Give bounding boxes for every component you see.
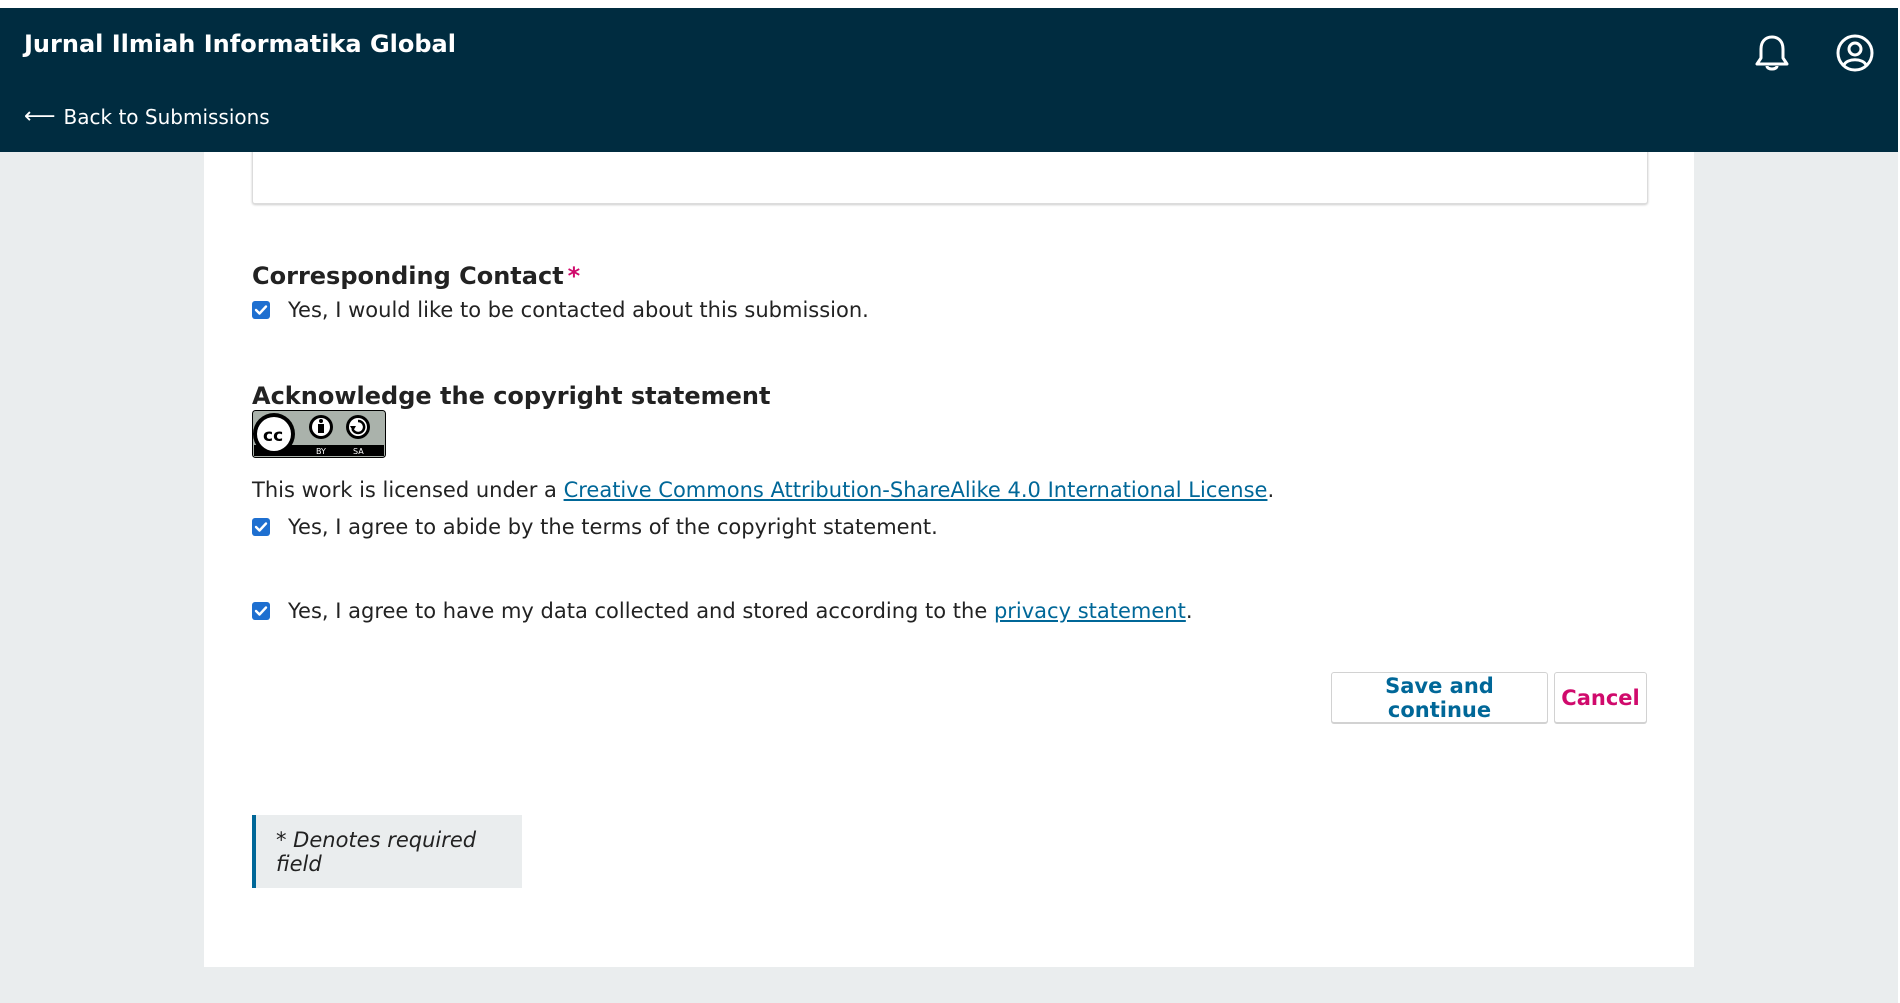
svg-text:cc: cc [263, 426, 283, 446]
corresponding-contact-row[interactable]: Yes, I would like to be contacted about … [252, 298, 869, 322]
badge-sa-text: SA [353, 447, 364, 456]
page-viewport: Jurnal Ilmiah Informatika Global ⟵ Back … [0, 8, 1898, 1003]
cancel-button[interactable]: Cancel [1554, 672, 1647, 723]
copyright-title: Acknowledge the copyright statement [252, 382, 771, 410]
submission-form-panel: Corresponding Contact * Yes, I would like… [204, 144, 1694, 967]
check-icon [254, 522, 268, 532]
app-header: Jurnal Ilmiah Informatika Global ⟵ Back … [0, 8, 1898, 152]
check-icon [254, 606, 268, 616]
back-link-label: Back to Submissions [63, 104, 270, 129]
journal-title[interactable]: Jurnal Ilmiah Informatika Global [24, 30, 456, 58]
required-asterisk: * [567, 262, 581, 290]
copyright-agree-label: Yes, I agree to abide by the terms of th… [288, 515, 938, 539]
copyright-agree-row[interactable]: Yes, I agree to abide by the terms of th… [252, 515, 938, 539]
privacy-agree-label: Yes, I agree to have my data collected a… [288, 599, 1193, 623]
privacy-prefix: Yes, I agree to have my data collected a… [288, 599, 988, 623]
user-circle-icon[interactable] [1833, 31, 1877, 75]
privacy-suffix: . [1185, 599, 1193, 623]
bell-icon[interactable] [1750, 31, 1794, 75]
back-to-submissions-link[interactable]: ⟵ Back to Submissions [24, 104, 270, 129]
previous-field-box[interactable] [252, 144, 1648, 204]
privacy-statement-link[interactable]: privacy statement [994, 599, 1186, 623]
check-icon [254, 305, 268, 315]
copyright-agree-checkbox[interactable] [252, 518, 270, 536]
required-field-note: * Denotes required field [252, 815, 522, 888]
cc-license-link[interactable]: Creative Commons Attribution-ShareAlike … [564, 478, 1268, 502]
privacy-agree-checkbox[interactable] [252, 602, 270, 620]
corresponding-contact-checkbox-label: Yes, I would like to be contacted about … [288, 298, 869, 322]
corresponding-contact-label: Corresponding Contact [252, 262, 564, 290]
cc-by-sa-license-badge[interactable]: cc BY SA [252, 410, 386, 458]
save-and-continue-button[interactable]: Save and continue [1331, 672, 1548, 723]
corresponding-contact-title: Corresponding Contact * [252, 262, 580, 290]
corresponding-contact-checkbox[interactable] [252, 301, 270, 319]
top-strip [0, 0, 1900, 8]
badge-by-text: BY [316, 447, 326, 456]
license-prefix: This work is licensed under a [252, 478, 557, 502]
license-statement: This work is licensed under a Creative C… [252, 478, 1274, 502]
privacy-agree-row[interactable]: Yes, I agree to have my data collected a… [252, 599, 1193, 623]
license-suffix: . [1267, 478, 1275, 502]
back-arrow-icon: ⟵ [24, 104, 56, 129]
